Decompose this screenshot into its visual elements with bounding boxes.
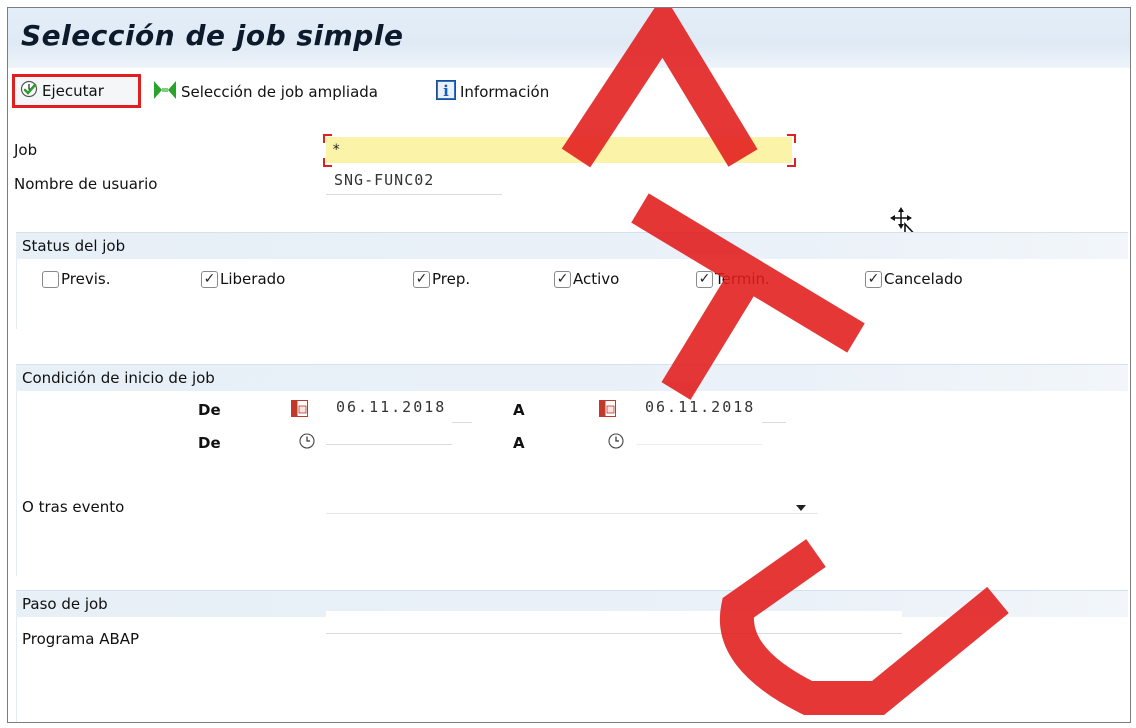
date-from-label: De xyxy=(198,401,221,419)
job-input[interactable] xyxy=(326,137,792,163)
status-section-title: Status del job xyxy=(22,237,126,255)
checkbox-liberado-label: Liberado xyxy=(220,270,286,288)
checkbox-liberado-box[interactable]: ✓ xyxy=(201,270,218,288)
status-section-header: Status del job xyxy=(16,232,1128,259)
start-condition-section-body xyxy=(16,391,1129,576)
calendar-icon-to[interactable] xyxy=(599,400,616,417)
checkbox-cancelado[interactable]: ✓ Cancelado xyxy=(865,270,963,288)
checkbox-previs-label: Previs. xyxy=(61,270,111,288)
clock-icon-to[interactable] xyxy=(608,433,624,449)
checkbox-previs[interactable]: Previs. xyxy=(42,270,110,288)
info-icon: i xyxy=(436,80,456,104)
abap-program-label: Programa ABAP xyxy=(22,630,140,648)
svg-text:i: i xyxy=(443,82,449,100)
checkbox-prep[interactable]: ✓ Prep. xyxy=(413,270,470,288)
checkbox-liberado[interactable]: ✓ Liberado xyxy=(201,270,285,288)
time-to-input[interactable] xyxy=(636,422,762,445)
application-toolbar: Ejecutar Selección de job ampliada i Inf… xyxy=(8,68,1130,114)
event-label: O tras evento xyxy=(22,498,125,516)
required-bracket-bl xyxy=(323,158,332,167)
time-to-label: A xyxy=(513,434,525,452)
title-bar: Selección de job simple xyxy=(8,8,1130,68)
checkbox-activo[interactable]: ✓ Activo xyxy=(554,270,619,288)
checkbox-activo-box[interactable]: ✓ xyxy=(554,270,571,288)
execute-label: Ejecutar xyxy=(42,82,104,100)
information-button[interactable]: i Información xyxy=(436,80,549,104)
time-from-label: De xyxy=(198,434,221,452)
execute-clock-icon xyxy=(20,80,38,102)
date-to-label: A xyxy=(513,401,525,419)
checkbox-cancelado-label: Cancelado xyxy=(884,270,963,288)
user-label: Nombre de usuario xyxy=(14,175,158,193)
extended-selection-button[interactable]: Selección de job ampliada xyxy=(153,80,378,104)
checkbox-prep-box[interactable]: ✓ xyxy=(413,270,430,288)
extended-selection-icon xyxy=(153,80,177,104)
sap-window: Selección de job simple Ejecutar Selecci… xyxy=(7,7,1131,723)
checkbox-termin-label: Termin. xyxy=(715,270,770,288)
checkbox-previs-box[interactable] xyxy=(42,270,59,288)
required-bracket-br xyxy=(787,158,796,167)
checkbox-termin[interactable]: ✓ Termin. xyxy=(696,270,770,288)
date-from-underline xyxy=(326,400,472,423)
job-label: Job xyxy=(14,141,38,159)
abap-program-input[interactable] xyxy=(326,611,902,634)
calendar-icon-from[interactable] xyxy=(291,400,308,417)
event-select[interactable] xyxy=(326,491,818,514)
checkbox-prep-label: Prep. xyxy=(432,270,471,288)
required-bracket-tr xyxy=(787,134,796,143)
user-field-underline xyxy=(326,172,502,195)
execute-button[interactable]: Ejecutar xyxy=(12,74,141,108)
clock-icon-from[interactable] xyxy=(299,433,315,449)
time-from-input[interactable] xyxy=(326,422,452,445)
checkbox-activo-label: Activo xyxy=(573,270,620,288)
extended-selection-label: Selección de job ampliada xyxy=(181,83,378,101)
checkbox-termin-box[interactable]: ✓ xyxy=(696,270,713,288)
chevron-down-icon[interactable] xyxy=(796,505,806,511)
start-condition-section-header: Condición de inicio de job xyxy=(16,364,1128,391)
checkbox-cancelado-box[interactable]: ✓ xyxy=(865,270,882,288)
job-step-section-title: Paso de job xyxy=(22,595,108,613)
information-label: Información xyxy=(460,83,550,101)
required-bracket-tl xyxy=(323,134,332,143)
start-condition-section-title: Condición de inicio de job xyxy=(22,369,215,387)
date-to-underline xyxy=(636,400,786,423)
page-title: Selección de job simple xyxy=(21,19,404,52)
